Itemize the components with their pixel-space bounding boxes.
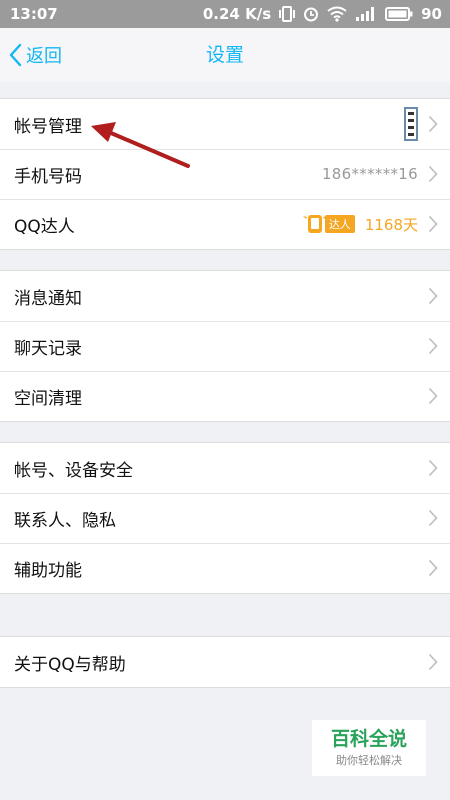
phone-badge-icon	[302, 215, 327, 233]
row-qq-expert[interactable]: QQ达人 达人 1168天	[0, 199, 450, 249]
settings-group-security: 帐号、设备安全 联系人、隐私 辅助功能	[0, 442, 450, 594]
qq-expert-days: 1168天	[364, 215, 418, 234]
back-label: 返回	[26, 46, 62, 67]
row-label: 辅助功能	[14, 560, 82, 581]
row-contacts-privacy[interactable]: 联系人、隐私	[0, 493, 450, 543]
page-title: 设置	[205, 44, 244, 66]
row-about-qq-help[interactable]: 关于QQ与帮助	[0, 637, 450, 687]
nav-bar: 返回 设置	[0, 28, 450, 82]
row-phone-number[interactable]: 手机号码 186******16	[0, 149, 450, 199]
status-bar: 13:07 0.24 K/s 90	[0, 0, 450, 28]
qq-expert-badge: 达人	[302, 213, 355, 235]
chevron-right-icon	[428, 509, 438, 527]
row-account-device-security[interactable]: 帐号、设备安全	[0, 443, 450, 493]
vibrate-icon	[279, 6, 296, 22]
watermark-logo: 百科全说 助你轻松解决	[312, 720, 426, 776]
chevron-right-icon	[428, 387, 438, 405]
chevron-right-icon	[428, 559, 438, 577]
watermark-sub: 助你轻松解决	[336, 754, 402, 767]
row-label: 空间清理	[14, 388, 82, 409]
row-label: 聊天记录	[14, 338, 82, 359]
row-label: 关于QQ与帮助	[14, 654, 126, 675]
row-message-notification[interactable]: 消息通知	[0, 271, 450, 321]
row-label: 联系人、隐私	[14, 510, 116, 531]
settings-group-account: 帐号管理 手机号码 186******16 QQ达人 达人 1168天	[0, 98, 450, 250]
qr-thumbnail-icon	[404, 107, 418, 141]
chevron-left-icon	[9, 43, 22, 67]
row-label: 帐号管理	[14, 116, 82, 137]
row-label: 手机号码	[14, 166, 82, 187]
alarm-icon	[304, 7, 319, 22]
chevron-right-icon	[428, 165, 438, 183]
net-speed: 0.24 K/s	[202, 5, 272, 23]
row-label: QQ达人	[14, 216, 75, 237]
signal-icon	[356, 7, 375, 21]
back-button[interactable]: 返回	[8, 28, 62, 82]
watermark-main: 百科全说	[330, 728, 407, 750]
phone-number-value: 186******16	[321, 165, 418, 183]
row-chat-history[interactable]: 聊天记录	[0, 321, 450, 371]
battery-level: 90	[421, 5, 442, 23]
status-time: 13:07	[10, 5, 58, 23]
row-label: 消息通知	[14, 288, 82, 309]
qq-expert-badge-text: 达人	[324, 215, 355, 233]
settings-group-about: 关于QQ与帮助	[0, 636, 450, 688]
battery-icon	[385, 7, 413, 21]
chevron-right-icon	[428, 287, 438, 305]
row-accessibility[interactable]: 辅助功能	[0, 543, 450, 593]
chevron-right-icon	[428, 653, 438, 671]
chevron-right-icon	[428, 337, 438, 355]
row-label: 帐号、设备安全	[14, 460, 133, 481]
chevron-right-icon	[428, 115, 438, 133]
wifi-icon	[327, 6, 347, 22]
settings-group-messages: 消息通知 聊天记录 空间清理	[0, 270, 450, 422]
chevron-right-icon	[428, 215, 438, 233]
row-storage-cleanup[interactable]: 空间清理	[0, 371, 450, 421]
row-account-management[interactable]: 帐号管理	[0, 99, 450, 149]
chevron-right-icon	[428, 459, 438, 477]
